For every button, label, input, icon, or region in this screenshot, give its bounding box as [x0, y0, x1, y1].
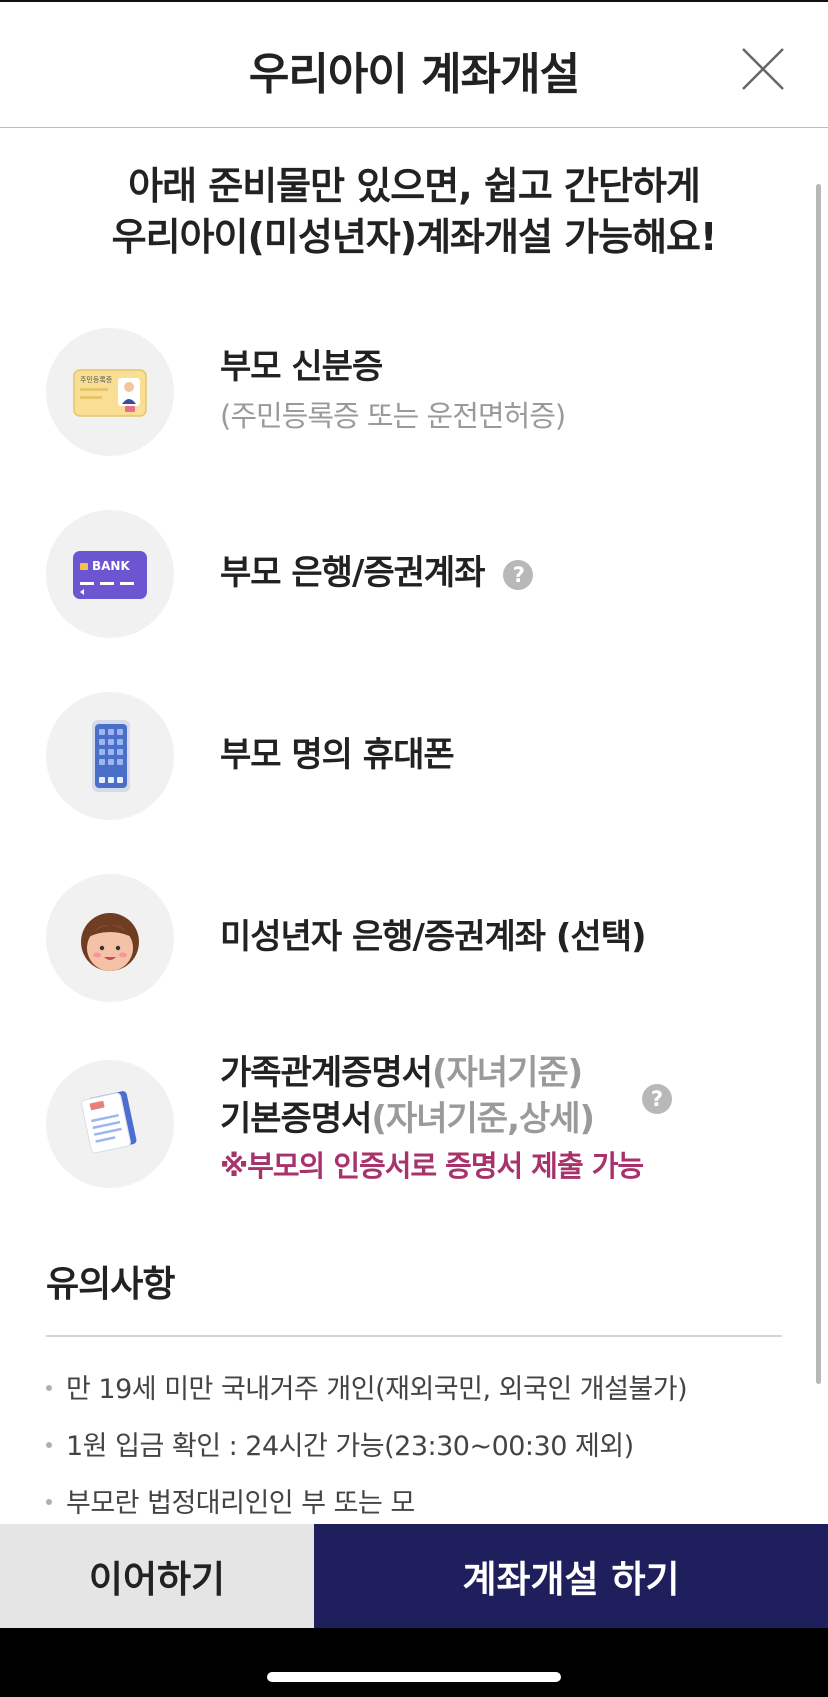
content-scroll-area[interactable]: 아래 준비물만 있으면, 쉽고 간단하게 우리아이(미성년자)계좌개설 가능해요…: [0, 129, 828, 1524]
bank-card-icon: BANK: [46, 510, 174, 638]
item-title-line-2: 기본증명서(자녀기준,상세): [220, 1096, 643, 1142]
certificate-qualifier: (자녀기준): [431, 1053, 583, 1093]
item-title-text: 부모 은행/증권계좌: [220, 553, 485, 593]
item-text: 가족관계증명서(자녀기준) 기본증명서(자녀기준,상세) ※부모의 인증서로 증…: [220, 1050, 644, 1188]
help-icon[interactable]: ?: [503, 559, 534, 590]
item-subtitle: (주민등록증 또는 운전면허증): [220, 399, 566, 433]
certificate-name: 가족관계증명서: [220, 1053, 433, 1093]
open-account-button[interactable]: 계좌개설 하기: [314, 1524, 828, 1628]
intro-line-1: 아래 준비물만 있으면, 쉽고 간단하게: [128, 164, 701, 208]
requirement-item-parent-id: 주민등록증 부모 신분증 (주민등록증 또는 운전면허증): [46, 328, 786, 456]
certificate-note: ※부모의 인증서로 증명서 제출 가능: [220, 1149, 644, 1183]
item-text: 부모 은행/증권계좌 ?: [220, 550, 534, 596]
home-indicator[interactable]: [267, 1672, 561, 1682]
notice-item: 부모란 법정대리인인 부 또는 모: [46, 1475, 786, 1524]
close-icon[interactable]: [740, 46, 786, 92]
document-icon: [46, 1060, 174, 1188]
certificate-name: 기본증명서: [220, 1099, 372, 1139]
item-text: 미성년자 은행/증권계좌 (선택): [220, 914, 647, 960]
requirement-item-parent-phone: 부모 명의 휴대폰: [46, 692, 786, 820]
scrollbar[interactable]: [816, 184, 821, 1384]
item-title-line-1: 가족관계증명서(자녀기준): [220, 1050, 643, 1096]
notice-divider: [46, 1335, 782, 1337]
notice-item: 만 19세 미만 국내거주 개인(재외국민, 외국인 개설불가): [46, 1361, 786, 1418]
help-icon[interactable]: ?: [642, 1084, 672, 1114]
certificate-qualifier: (자녀기준,상세): [371, 1099, 595, 1139]
item-title: 부모 은행/증권계좌 ?: [220, 550, 534, 596]
page-title: 우리아이 계좌개설: [248, 49, 580, 100]
id-card-label: 주민등록증: [80, 375, 113, 384]
continue-button[interactable]: 이어하기: [0, 1524, 314, 1628]
item-title: 미성년자 은행/증권계좌 (선택): [220, 917, 647, 957]
requirement-item-parent-bank-account: BANK 부모 은행/증권계좌 ?: [46, 510, 786, 638]
child-face-icon: [46, 874, 174, 1002]
item-title: 부모 명의 휴대폰: [220, 735, 455, 775]
notice-list: 만 19세 미만 국내거주 개인(재외국민, 외국인 개설불가) 1원 입금 확…: [46, 1361, 786, 1524]
item-text: 부모 명의 휴대폰: [220, 732, 455, 778]
intro-line-2: 우리아이(미성년자)계좌개설 가능해요!: [111, 215, 718, 259]
notice-item: 1원 입금 확인 : 24시간 가능(23:30~00:30 제외): [46, 1418, 786, 1475]
item-text: 부모 신분증 (주민등록증 또는 운전면허증): [220, 344, 566, 438]
phone-icon: [46, 692, 174, 820]
notice-title: 유의사항: [46, 1264, 175, 1305]
bank-card-label: BANK: [92, 559, 130, 573]
requirement-item-certificates: 가족관계증명서(자녀기준) 기본증명서(자녀기준,상세) ※부모의 인증서로 증…: [46, 1053, 786, 1188]
requirement-item-minor-bank-account: 미성년자 은행/증권계좌 (선택): [46, 874, 786, 1002]
header: 우리아이 계좌개설: [0, 2, 828, 128]
item-title: 부모 신분증: [220, 347, 383, 387]
intro-text: 아래 준비물만 있으면, 쉽고 간단하게 우리아이(미성년자)계좌개설 가능해요…: [0, 161, 828, 263]
account-opening-screen: 우리아이 계좌개설 아래 준비물만 있으면, 쉽고 간단하게 우리아이(미성년자…: [0, 0, 828, 1697]
id-card-icon: 주민등록증: [46, 328, 174, 456]
system-navigation-bar: [0, 1628, 828, 1697]
